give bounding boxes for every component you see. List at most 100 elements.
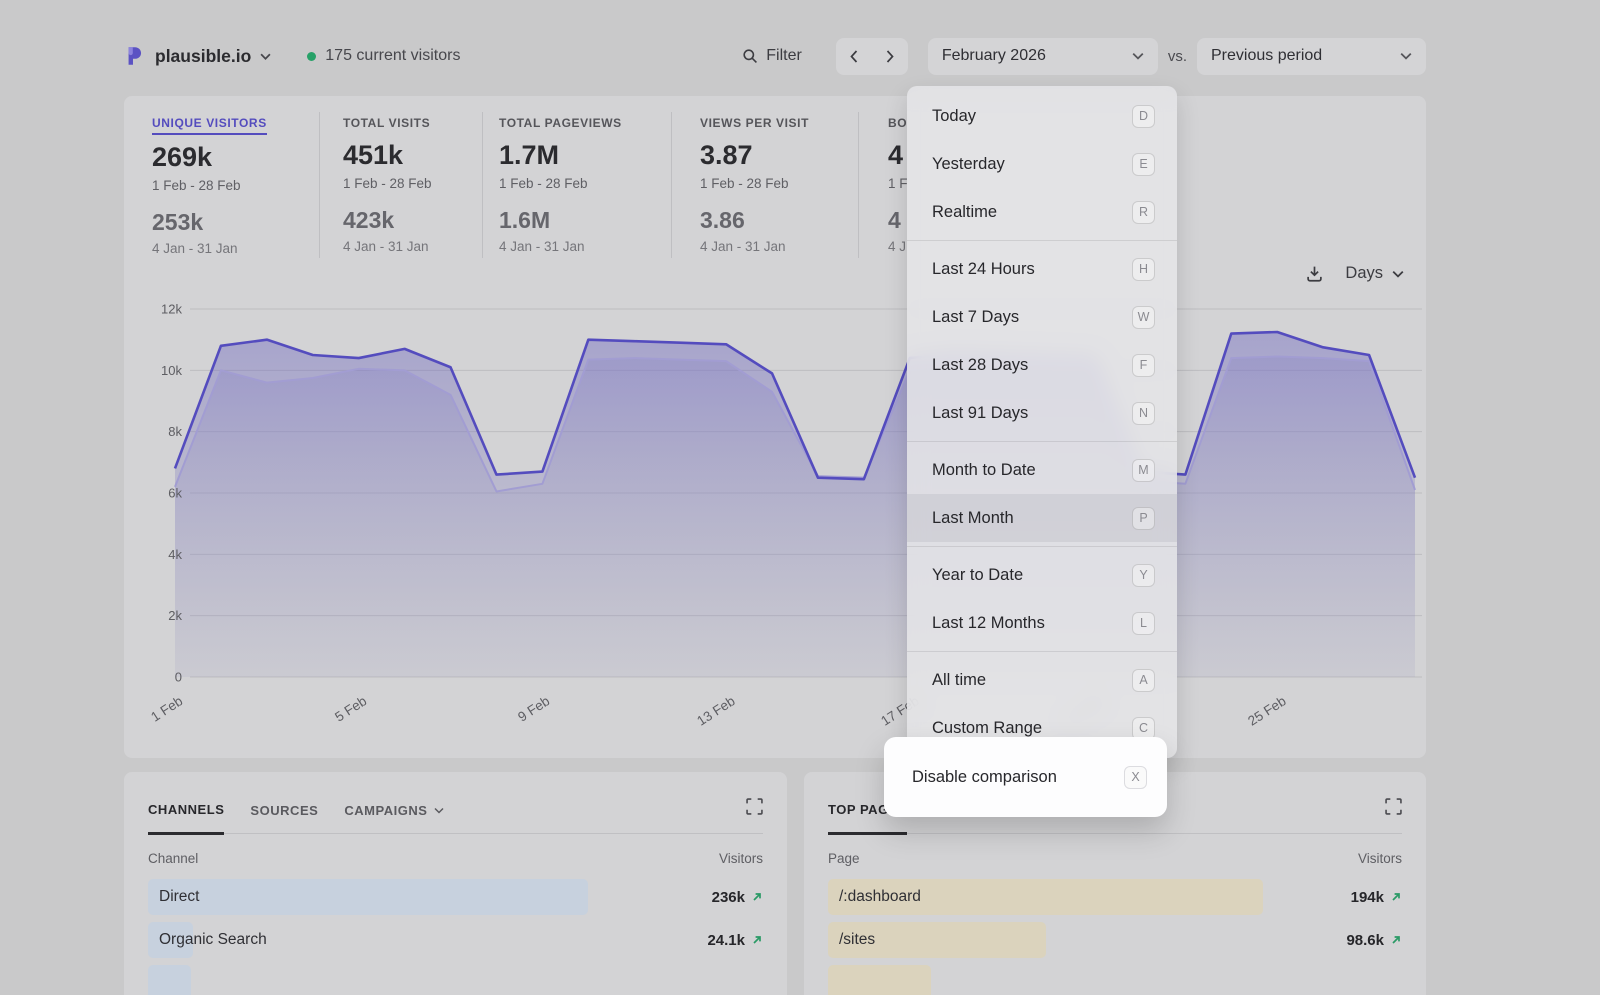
menu-item-last-7-days[interactable]: Last 7 Days W [907, 293, 1177, 341]
menu-item-yesterday[interactable]: Yesterday E [907, 140, 1177, 188]
plausible-dashboard: plausible.io 175 current visitors Filter [0, 0, 1600, 995]
channels-rows: Direct 236k Organic Search 24.1k [148, 879, 763, 995]
shortcut-badge: X [1124, 766, 1147, 789]
visitors-chart-svg: 02k4k6k8k10k12k [150, 296, 1422, 686]
menu-group: Year to Date Y Last 12 Months L [907, 546, 1177, 651]
trend-up-icon [751, 891, 763, 903]
pages-columns: Page Visitors [828, 851, 1402, 866]
chart-controls: Days [1306, 264, 1404, 283]
table-row[interactable]: Direct 236k [148, 879, 763, 915]
svg-text:8k: 8k [168, 424, 182, 439]
channels-tabs: CHANNELS SOURCES CAMPAIGNS [148, 772, 763, 834]
table-row-partial [148, 965, 763, 995]
comparison-picker[interactable]: Previous period [1197, 38, 1426, 75]
column-page: Page [828, 851, 860, 866]
svg-text:0: 0 [175, 670, 182, 685]
shortcut-badge: F [1132, 354, 1155, 377]
current-visitors-label: 175 current visitors [325, 47, 460, 65]
menu-group: Today D Yesterday E Realtime R [907, 88, 1177, 240]
table-row-partial [828, 965, 1402, 995]
stat-total-pageviews[interactable]: TOTAL PAGEVIEWS 1.7M 1 Feb - 28 Feb 1.6M… [499, 114, 622, 254]
svg-text:4k: 4k [168, 547, 182, 562]
filter-label: Filter [766, 47, 802, 65]
menu-item-month-to-date[interactable]: Month to Date M [907, 446, 1177, 494]
chevron-down-icon [434, 807, 444, 814]
next-period-arrow-button[interactable] [872, 38, 908, 75]
menu-item-year-to-date[interactable]: Year to Date Y [907, 551, 1177, 599]
expand-icon[interactable] [746, 798, 763, 815]
previous-period-arrow-button[interactable] [836, 38, 872, 75]
divider [482, 112, 483, 258]
plausible-logo-icon [124, 45, 146, 67]
menu-item-all-time[interactable]: All time A [907, 656, 1177, 704]
date-range-value: February 2026 [942, 47, 1046, 65]
row-bar [148, 879, 588, 915]
svg-text:10k: 10k [161, 363, 182, 378]
site-picker[interactable]: plausible.io [124, 45, 271, 67]
shortcut-badge: N [1132, 402, 1155, 425]
period-nav [836, 38, 908, 75]
menu-item-realtime[interactable]: Realtime R [907, 188, 1177, 236]
vs-label: vs. [1168, 48, 1187, 65]
tab-campaigns[interactable]: CAMPAIGNS [344, 802, 443, 833]
top-bar: plausible.io 175 current visitors Filter [124, 36, 1426, 76]
shortcut-badge: L [1132, 612, 1155, 635]
menu-item-last-28-days[interactable]: Last 28 Days F [907, 341, 1177, 389]
stat-unique-visitors[interactable]: UNIQUE VISITORS 269k 1 Feb - 28 Feb 253k… [152, 114, 267, 256]
column-visitors: Visitors [719, 851, 763, 866]
chevron-down-icon [1132, 52, 1144, 60]
svg-text:6k: 6k [168, 486, 182, 501]
shortcut-badge: R [1132, 201, 1155, 224]
comparison-value: Previous period [1211, 47, 1322, 65]
menu-item-last-24-hours[interactable]: Last 24 Hours H [907, 245, 1177, 293]
menu-item-last-month[interactable]: Last Month P [907, 494, 1177, 542]
date-range-menu: Today D Yesterday E Realtime R Last 24 H… [907, 86, 1177, 758]
column-visitors: Visitors [1358, 851, 1402, 866]
chevron-down-icon [1400, 52, 1412, 60]
interval-dropdown[interactable]: Days [1345, 264, 1404, 283]
menu-item-disable-comparison[interactable]: Disable comparison X [884, 737, 1167, 817]
comparison-menu: Disable comparison X [884, 737, 1167, 817]
live-dot-icon [307, 52, 316, 61]
stat-bounce-rate-partial[interactable]: BO 4 1 F 4 4 J [888, 114, 908, 254]
menu-group: Last 24 Hours H Last 7 Days W Last 28 Da… [907, 240, 1177, 441]
trend-up-icon [1390, 891, 1402, 903]
partial-row-bar [828, 965, 931, 995]
divider [671, 112, 672, 258]
channels-columns: Channel Visitors [148, 851, 763, 866]
chevron-down-icon [260, 53, 271, 60]
shortcut-badge: A [1132, 669, 1155, 692]
column-channel: Channel [148, 851, 198, 866]
shortcut-badge: D [1132, 105, 1155, 128]
expand-icon[interactable] [1385, 798, 1402, 815]
filter-button[interactable]: Filter [742, 47, 802, 65]
menu-item-today[interactable]: Today D [907, 92, 1177, 140]
shortcut-badge: M [1132, 459, 1155, 482]
divider [858, 112, 859, 258]
interval-value: Days [1345, 264, 1383, 283]
table-row[interactable]: /sites 98.6k [828, 922, 1402, 958]
trend-up-icon [751, 934, 763, 946]
download-icon[interactable] [1306, 265, 1323, 282]
menu-item-last-12-months[interactable]: Last 12 Months L [907, 599, 1177, 647]
tab-channels[interactable]: CHANNELS [148, 802, 224, 835]
tab-sources[interactable]: SOURCES [250, 802, 318, 833]
date-range-picker[interactable]: February 2026 [928, 38, 1158, 75]
stat-total-visits[interactable]: TOTAL VISITS 451k 1 Feb - 28 Feb 423k 4 … [343, 114, 432, 254]
stat-views-per-visit[interactable]: VIEWS PER VISIT 3.87 1 Feb - 28 Feb 3.86… [700, 114, 809, 254]
menu-item-last-91-days[interactable]: Last 91 Days N [907, 389, 1177, 437]
current-visitors[interactable]: 175 current visitors [307, 47, 460, 65]
shortcut-badge: W [1132, 306, 1155, 329]
visitors-chart: 02k4k6k8k10k12k 1 Feb5 Feb9 Feb13 Feb17 … [150, 296, 1422, 746]
site-name: plausible.io [155, 46, 251, 67]
table-row[interactable]: /:dashboard 194k [828, 879, 1402, 915]
menu-group: Month to Date M Last Month P [907, 441, 1177, 546]
shortcut-badge: E [1132, 153, 1155, 176]
divider [319, 112, 320, 258]
trend-up-icon [1390, 934, 1402, 946]
svg-text:12k: 12k [161, 302, 182, 317]
table-row[interactable]: Organic Search 24.1k [148, 922, 763, 958]
partial-row-bar [148, 965, 191, 995]
shortcut-badge: P [1132, 507, 1155, 530]
shortcut-badge: H [1132, 258, 1155, 281]
